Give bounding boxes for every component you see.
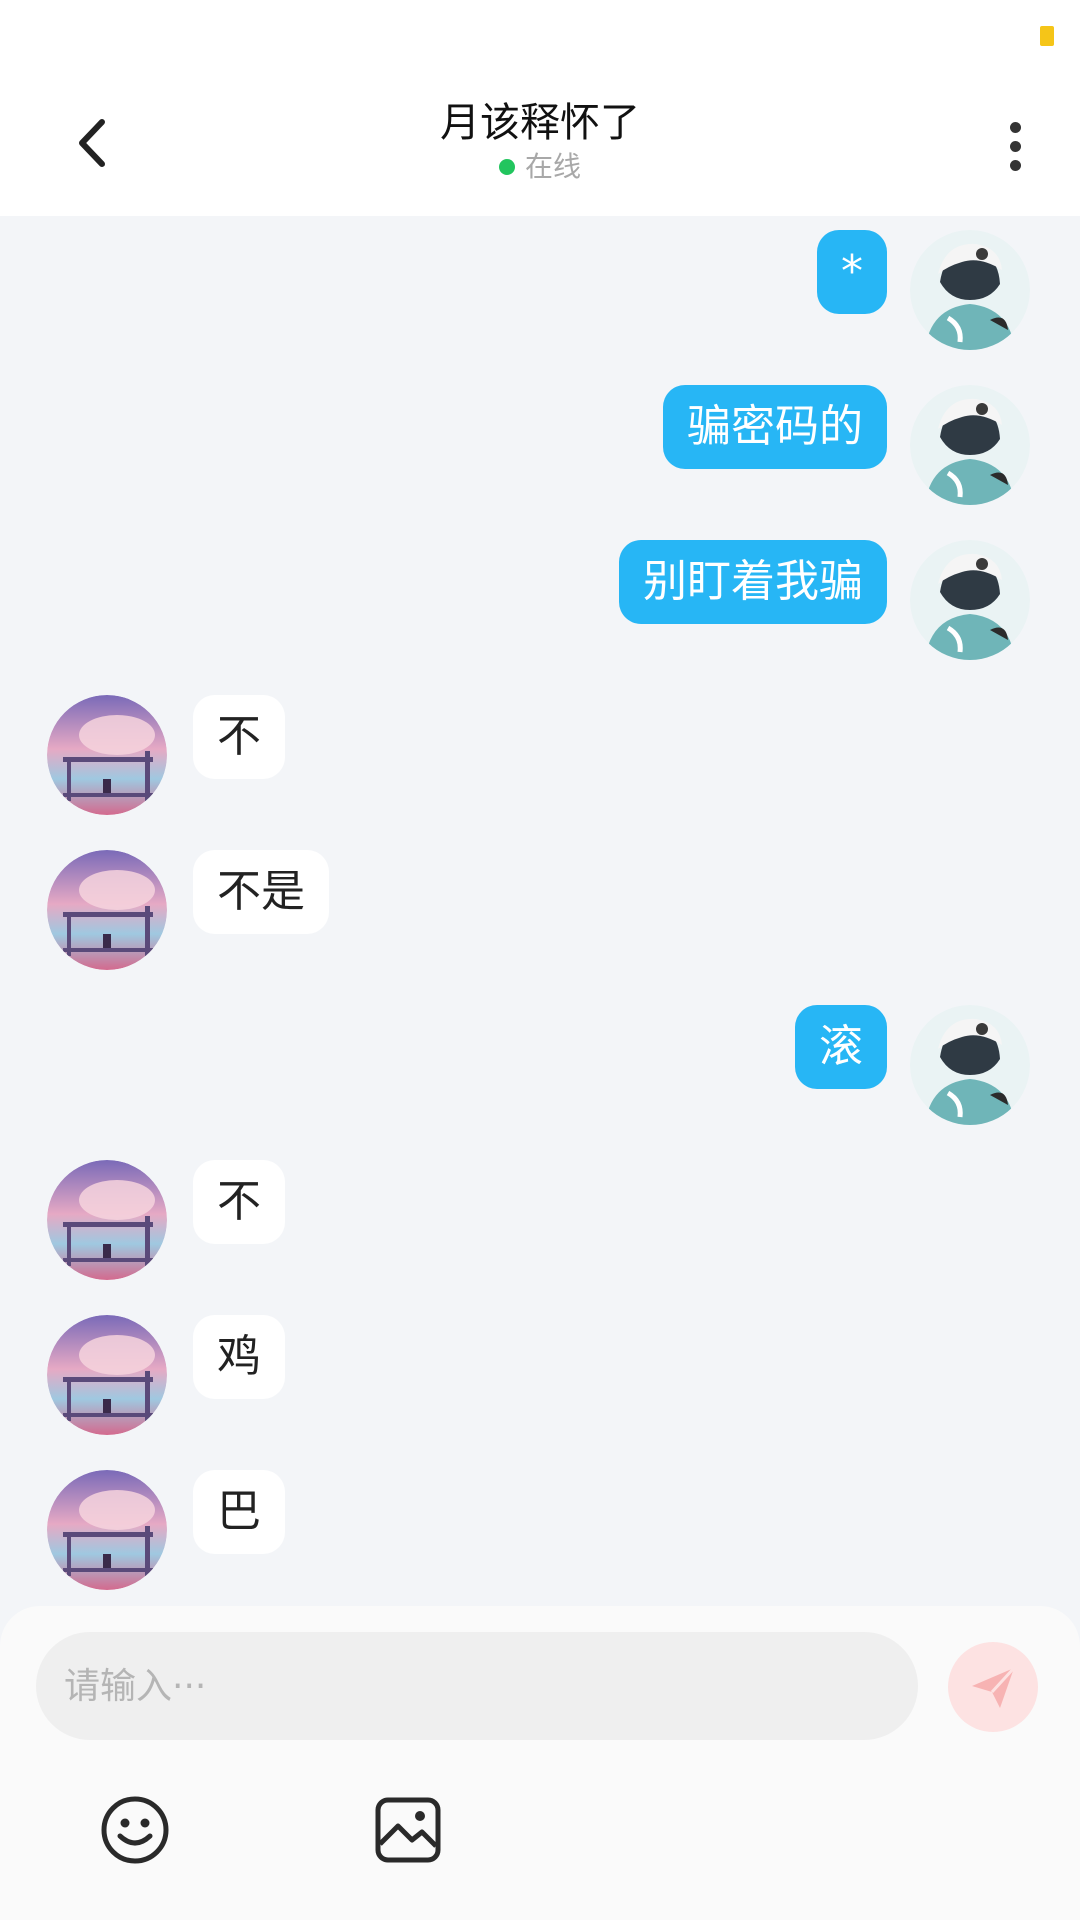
sent-message: 别盯着我骗 xyxy=(0,526,1080,660)
message-bubble[interactable]: 不 xyxy=(193,695,285,779)
message-list[interactable]: * 骗密码的 别盯着我骗不不是滚不鸡巴 xyxy=(0,216,1080,1606)
contact-avatar[interactable] xyxy=(47,695,167,815)
my-avatar[interactable] xyxy=(910,230,1030,350)
message-bubble[interactable]: * xyxy=(817,230,887,314)
message-bubble[interactable]: 巴 xyxy=(193,1470,285,1554)
message-bubble[interactable]: 不是 xyxy=(193,850,329,934)
contact-status: 在线 xyxy=(0,150,1080,184)
sent-message: * xyxy=(0,216,1080,350)
received-message: 不 xyxy=(0,681,1080,815)
sent-message: 滚 xyxy=(0,991,1080,1125)
dot-icon xyxy=(1009,160,1021,171)
contact-avatar[interactable] xyxy=(47,1160,167,1280)
online-dot-icon xyxy=(498,159,515,175)
contact-avatar[interactable] xyxy=(47,850,167,970)
my-avatar[interactable] xyxy=(910,540,1030,660)
emoji-icon xyxy=(101,1796,169,1864)
dot-icon xyxy=(1009,141,1021,152)
dot-icon xyxy=(1009,122,1021,133)
received-message: 巴 xyxy=(0,1456,1080,1590)
battery-indicator-icon xyxy=(1040,26,1054,46)
received-message: 鸡 xyxy=(0,1301,1080,1435)
sent-message: 骗密码的 xyxy=(0,371,1080,505)
image-button[interactable] xyxy=(372,1794,444,1866)
message-bubble[interactable]: 不 xyxy=(193,1160,285,1244)
composer-panel xyxy=(0,1606,1080,1920)
send-button[interactable] xyxy=(948,1642,1038,1732)
contact-avatar[interactable] xyxy=(47,1470,167,1590)
my-avatar[interactable] xyxy=(910,385,1030,505)
contact-avatar[interactable] xyxy=(47,1315,167,1435)
more-options-button[interactable] xyxy=(1000,116,1030,176)
message-bubble[interactable]: 别盯着我骗 xyxy=(619,540,887,624)
send-icon xyxy=(972,1666,1016,1708)
my-avatar[interactable] xyxy=(910,1005,1030,1125)
contact-name: 月该释怀了 xyxy=(440,100,640,146)
message-bubble[interactable]: 鸡 xyxy=(193,1315,285,1399)
emoji-button[interactable] xyxy=(99,1794,171,1866)
chat-header: 月该释怀了 在线 xyxy=(0,70,1080,216)
status-label: 在线 xyxy=(524,150,581,183)
status-bar xyxy=(0,0,1080,70)
message-input[interactable] xyxy=(36,1632,918,1740)
received-message: 不 xyxy=(0,1146,1080,1280)
image-icon xyxy=(375,1797,441,1863)
message-bubble[interactable]: 滚 xyxy=(795,1005,887,1089)
message-bubble[interactable]: 骗密码的 xyxy=(663,385,887,469)
received-message: 不是 xyxy=(0,836,1080,970)
